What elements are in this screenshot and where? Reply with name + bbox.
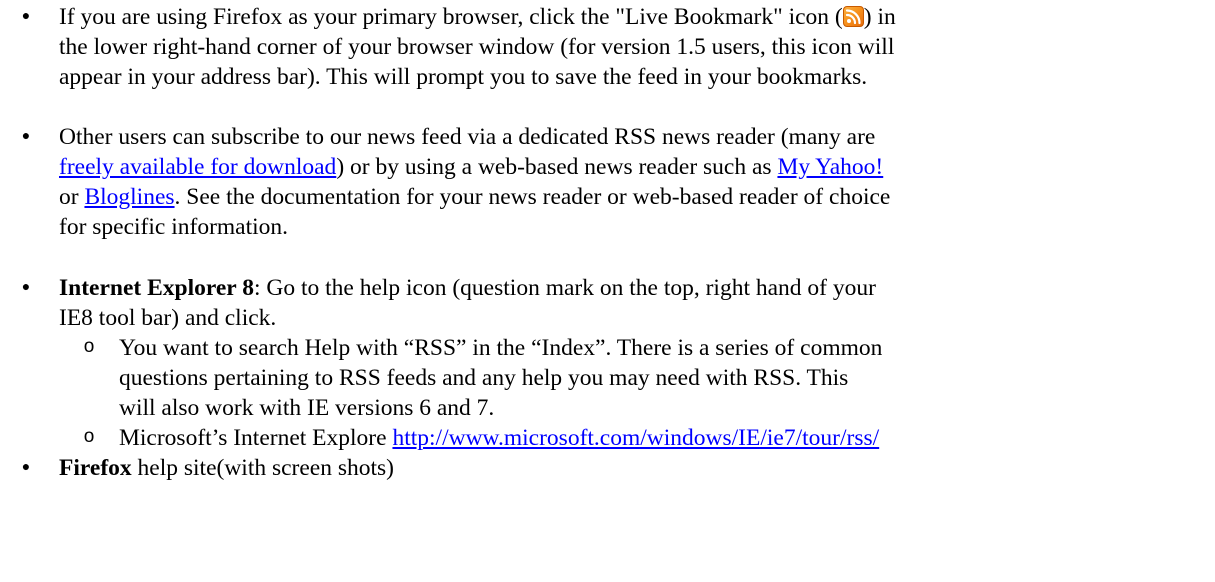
sub-list-item-search-help: o You want to search Help with “RSS” in …: [84, 333, 1209, 423]
list-item-firefox-help: ● Firefox help site(with screen shots): [22, 453, 1209, 483]
paragraph-text: ) or by using a web-based news reader su…: [336, 154, 778, 180]
paragraph-line: appear in your address bar). This will p…: [59, 64, 868, 90]
document-page: ● If you are using Firefox as your prima…: [0, 0, 1215, 582]
paragraph-line: for specific information.: [59, 214, 289, 240]
paragraph-text: If you are using Firefox as your primary…: [59, 4, 843, 30]
bloglines-link[interactable]: Bloglines: [84, 184, 174, 210]
paragraph-line: Other users can subscribe to our news fe…: [59, 124, 876, 150]
paragraph-text: help site(with screen shots): [131, 455, 395, 481]
paragraph-line: will also work with IE versions 6 and 7.: [119, 395, 495, 421]
paragraph-line: the lower right-hand corner of your brow…: [59, 34, 895, 60]
microsoft-rss-tour-link[interactable]: http://www.microsoft.com/windows/IE/ie7/…: [392, 425, 879, 451]
paragraph-line: IE8 tool bar) and click.: [59, 305, 277, 331]
sub-list-item-microsoft-link: o Microsoft’s Internet Explore http://ww…: [84, 423, 1209, 453]
freely-available-download-link[interactable]: freely available for download: [59, 154, 336, 180]
paragraph-line: Internet Explorer 8: Go to the help icon…: [59, 273, 1209, 303]
bold-heading: Firefox: [59, 455, 132, 481]
paragraph-line: You want to search Help with “RSS” in th…: [119, 335, 883, 361]
paragraph-line: freely available for download) or by usi…: [59, 152, 1209, 182]
paragraph-text: ) in: [863, 4, 896, 30]
paragraph-line: or Bloglines. See the documentation for …: [59, 182, 1209, 212]
bullet-dot: ●: [21, 280, 31, 295]
bullet-dot: ●: [21, 460, 31, 475]
paragraph-text: Microsoft’s Internet Explore: [119, 425, 393, 451]
list-item-firefox-live-bookmark: ● If you are using Firefox as your prima…: [22, 2, 1209, 92]
my-yahoo-link[interactable]: My Yahoo!: [777, 154, 883, 180]
sub-bullet-circle: o: [83, 426, 95, 447]
bullet-dot: ●: [21, 9, 31, 24]
list-item-news-readers: ● Other users can subscribe to our news …: [22, 122, 1209, 242]
paragraph-line: If you are using Firefox as your primary…: [59, 2, 1209, 32]
sub-bullet-circle: o: [83, 336, 95, 357]
rss-feed-icon: [842, 6, 864, 27]
paragraph-text: . See the documentation for your news re…: [174, 184, 891, 210]
bold-heading: Internet Explorer 8: [59, 275, 254, 301]
paragraph-text: : Go to the help icon (question mark on …: [253, 275, 876, 301]
paragraph-line: Microsoft’s Internet Explore http://www.…: [119, 423, 1209, 453]
paragraph-text: or: [59, 184, 85, 210]
paragraph-line: questions pertaining to RSS feeds and an…: [119, 365, 849, 391]
paragraph-line: Firefox help site(with screen shots): [59, 453, 1209, 483]
bullet-dot: ●: [21, 129, 31, 144]
list-item-internet-explorer-8: ● Internet Explorer 8: Go to the help ic…: [22, 273, 1209, 333]
